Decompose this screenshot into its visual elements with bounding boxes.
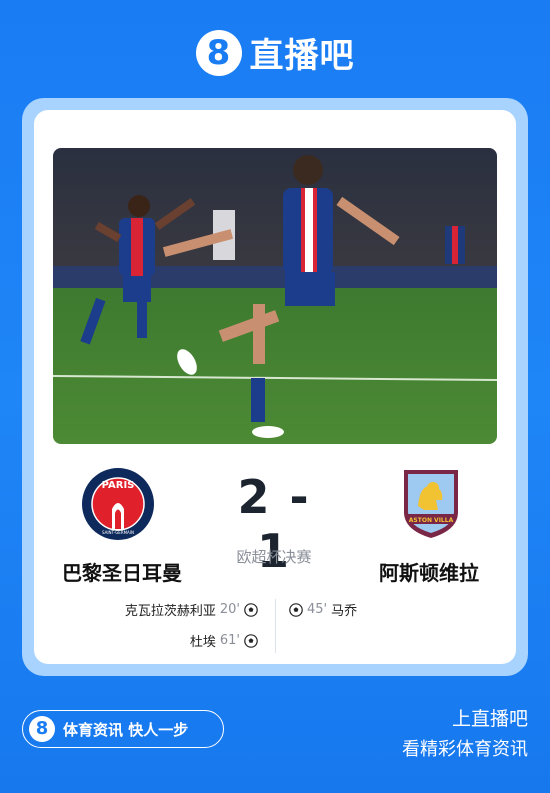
footer-title: 上直播吧 [451, 708, 528, 730]
away-team-name: 阿斯顿维拉 [379, 561, 479, 585]
slogan-text: 体育资讯 快人一步 [63, 720, 189, 739]
footer-subtitle: 看精彩体育资讯 [402, 739, 528, 760]
home-goal-row: 杜埃 61' [190, 631, 258, 650]
scorers-divider [275, 599, 276, 653]
svg-text:ASTON VILLA: ASTON VILLA [409, 517, 454, 524]
goal-minute: 45' [307, 602, 328, 617]
soccer-ball-icon [289, 602, 303, 617]
svg-text:PARIS: PARIS [102, 480, 135, 491]
home-goal-row: 克瓦拉茨赫利亚 20' [125, 600, 258, 619]
goal-scorer: 杜埃 [189, 635, 216, 650]
brand-logo-icon: 8 [195, 29, 242, 76]
match-card-frame: PARIS SAINT-GERMAIN 2 - 1 ASTON VILLA 欧超… [22, 98, 528, 676]
home-team-name: 巴黎圣日耳曼 [62, 561, 182, 585]
goal-scorer: 克瓦拉茨赫利亚 [124, 604, 216, 619]
match-photo [53, 148, 497, 444]
brand-logo-icon: 8 [29, 716, 55, 742]
goal-minute: 20' [219, 602, 240, 617]
svg-text:SAINT-GERMAIN: SAINT-GERMAIN [102, 530, 134, 535]
match-card: PARIS SAINT-GERMAIN 2 - 1 ASTON VILLA 欧超… [34, 110, 516, 664]
goal-minute: 61' [219, 633, 240, 648]
psg-crest-icon: PARIS SAINT-GERMAIN [82, 468, 154, 540]
competition-label: 欧超杯决赛 [236, 548, 312, 566]
away-goal-row: 45' 马乔 [289, 600, 357, 619]
soccer-ball-icon [244, 633, 258, 648]
goal-scorer: 马乔 [331, 604, 358, 619]
brand-header: 8 直播吧 [0, 28, 550, 77]
slogan-pill: 8 体育资讯 快人一步 [22, 710, 224, 748]
aston-villa-crest-icon: ASTON VILLA [404, 470, 458, 538]
brand-name: 直播吧 [249, 36, 355, 76]
soccer-ball-icon [244, 602, 258, 617]
